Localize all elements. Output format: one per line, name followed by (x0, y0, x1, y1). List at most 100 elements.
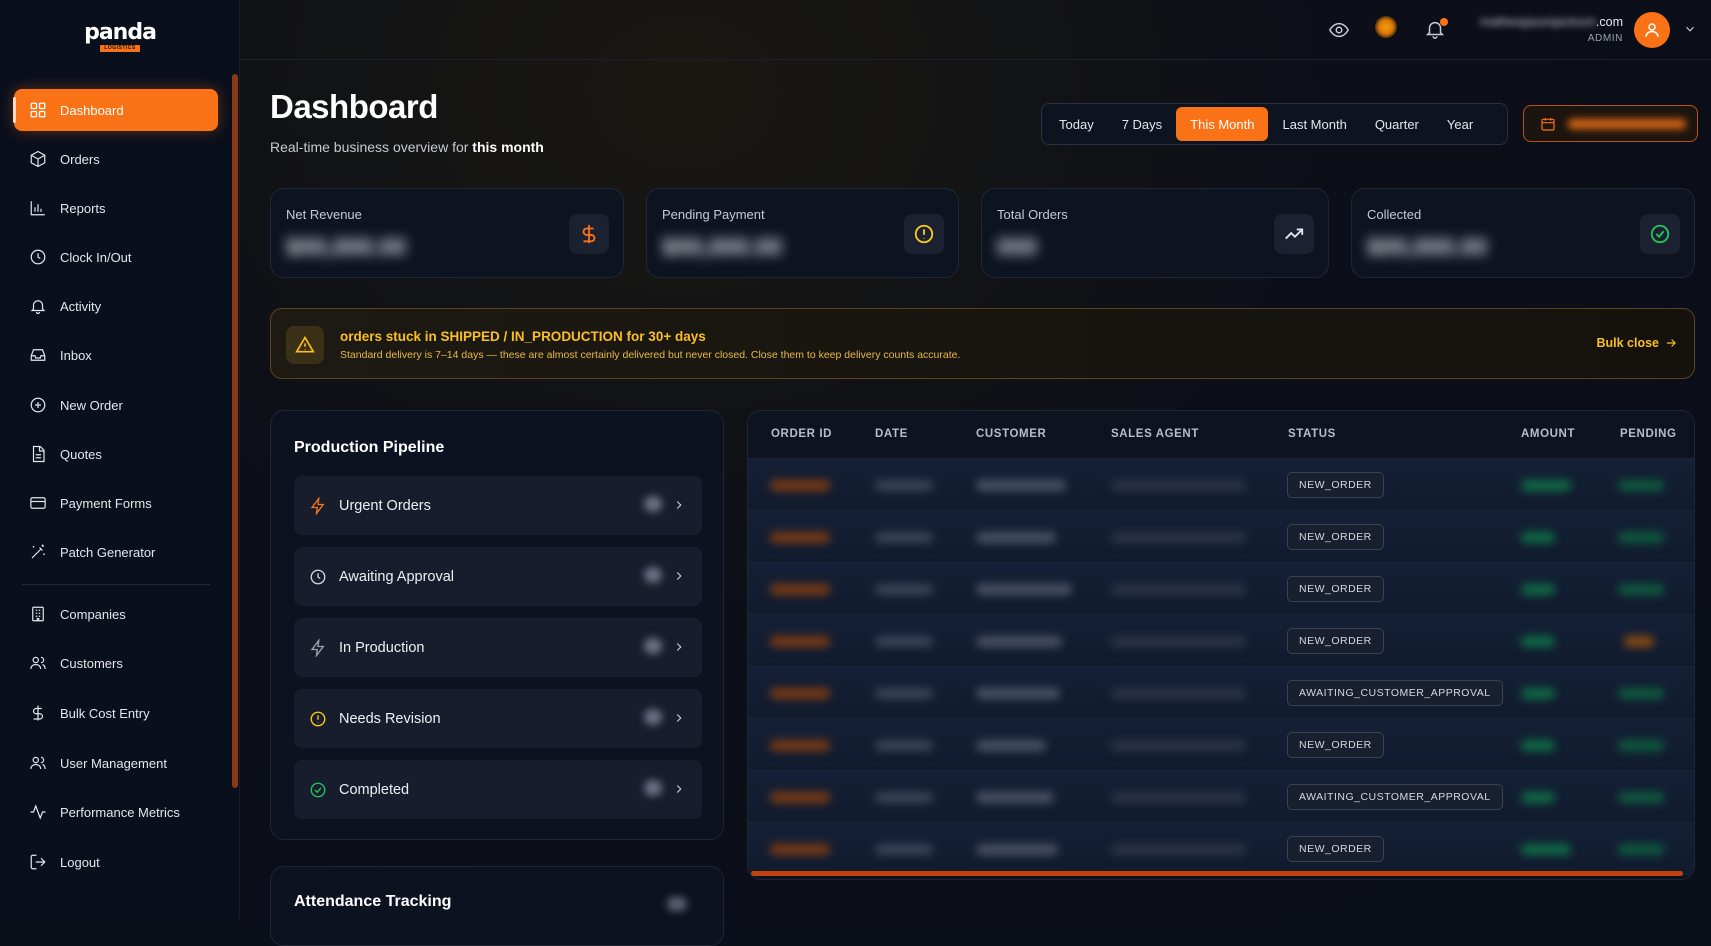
range-last-month[interactable]: Last Month (1268, 107, 1360, 141)
date-cell (875, 532, 933, 543)
chevron-down-icon[interactable] (1683, 22, 1697, 36)
pipeline-awaiting-approval[interactable]: Awaiting Approval (294, 547, 702, 606)
status-badge: NEW_ORDER (1287, 524, 1384, 550)
pipeline-needs-revision[interactable]: Needs Revision (294, 689, 702, 748)
stat-label: Pending Payment (662, 207, 765, 222)
order-id-cell[interactable] (770, 532, 830, 543)
date-picker-button[interactable] (1523, 105, 1698, 142)
pipeline-urgent-orders[interactable]: Urgent Orders (294, 476, 702, 535)
sidebar-item-dashboard[interactable]: Dashboard (13, 89, 218, 131)
sidebar-item-orders[interactable]: Orders (14, 138, 218, 180)
order-id-cell[interactable] (770, 688, 830, 699)
customer-cell (976, 688, 1060, 699)
stat-card-pending-payment[interactable]: Pending Payment $00,000.00 (646, 188, 959, 278)
pipeline-label: Needs Revision (339, 710, 441, 727)
customer-cell (976, 584, 1072, 595)
table-row[interactable]: NEW_ORDER (748, 719, 1694, 771)
order-id-cell[interactable] (770, 792, 830, 803)
sidebar-item-user-management[interactable]: User Management (14, 742, 218, 784)
sidebar-item-customers[interactable]: Customers (14, 642, 218, 684)
column-header-customer[interactable]: CUSTOMER (976, 428, 1046, 440)
chevron-right-icon (676, 501, 682, 509)
range-7-days[interactable]: 7 Days (1108, 107, 1176, 141)
pipeline-count (644, 638, 662, 654)
sidebar-item-new-order[interactable]: New Order (14, 384, 218, 426)
stat-icon-box (1640, 214, 1680, 254)
arrow-right-icon (1666, 339, 1676, 347)
table-row[interactable]: NEW_ORDER (748, 511, 1694, 563)
sidebar-item-companies[interactable]: Companies (14, 593, 218, 635)
pipeline-in-production[interactable]: In Production (294, 618, 702, 677)
column-header-pending[interactable]: PENDING (1620, 428, 1677, 440)
sales-agent-cell (1111, 740, 1246, 751)
sidebar-item-quotes[interactable]: Quotes (14, 433, 218, 475)
range-year[interactable]: Year (1433, 107, 1487, 141)
order-id-cell[interactable] (770, 844, 830, 855)
sidebar-item-label: Activity (60, 298, 102, 314)
stat-value: $00,000.00 (662, 234, 783, 261)
date-cell (875, 480, 933, 491)
sidebar-item-inbox[interactable]: Inbox (14, 334, 218, 376)
zap-icon (310, 638, 325, 657)
stat-card-collected[interactable]: Collected $00,000.00 (1351, 188, 1695, 278)
sidebar-item-label: Patch Generator (60, 544, 156, 560)
table-row[interactable]: AWAITING_CUSTOMER_APPROVAL (748, 771, 1694, 823)
sidebar-item-activity[interactable]: Activity (14, 285, 218, 327)
avatar[interactable] (1634, 12, 1670, 48)
table-row[interactable]: AWAITING_CUSTOMER_APPROVAL (748, 667, 1694, 719)
status-badge: NEW_ORDER (1287, 836, 1384, 862)
stat-card-net-revenue[interactable]: Net Revenue $00,000.00 (270, 188, 624, 278)
stuck-orders-alert: orders stuck in SHIPPED / IN_PRODUCTION … (270, 308, 1695, 379)
file-text-icon (32, 445, 45, 463)
order-id-cell[interactable] (770, 584, 830, 595)
sidebar-item-payment-forms[interactable]: Payment Forms (14, 482, 218, 524)
range-today[interactable]: Today (1045, 107, 1108, 141)
sidebar-scrollbar[interactable] (232, 74, 238, 788)
stat-icon-box (904, 214, 944, 254)
table-row[interactable]: NEW_ORDER (748, 823, 1694, 875)
user-email-hidden: mathewjasonjackson (1479, 15, 1596, 29)
column-header-status[interactable]: STATUS (1288, 428, 1336, 440)
bulk-close-button[interactable]: Bulk close (1596, 336, 1678, 350)
sidebar-item-performance-metrics[interactable]: Performance Metrics (14, 791, 218, 833)
chevron-right-icon (676, 785, 682, 793)
sidebar-item-logout[interactable]: Logout (14, 841, 218, 883)
dollar-icon (32, 705, 44, 721)
order-id-cell[interactable] (770, 480, 830, 491)
app-logo[interactable]: panda LOGISTICS (84, 20, 157, 58)
range-quarter[interactable]: Quarter (1361, 107, 1433, 141)
table-row[interactable]: NEW_ORDER (748, 459, 1694, 511)
check-circle-icon (310, 782, 326, 797)
sidebar-item-patch-generator[interactable]: Patch Generator (14, 531, 218, 573)
column-header-date[interactable]: DATE (875, 428, 908, 440)
building-icon (32, 606, 44, 622)
pipeline-label: Completed (339, 781, 410, 798)
pipeline-completed[interactable]: Completed (294, 760, 702, 819)
column-header-order-id[interactable]: ORDER ID (771, 428, 832, 440)
trending-up-icon (1285, 228, 1304, 240)
table-row[interactable]: NEW_ORDER (748, 615, 1694, 667)
stat-value: $00,000.00 (1367, 234, 1488, 261)
sidebar-item-label: Reports (60, 200, 106, 216)
stat-card-total-orders[interactable]: Total Orders 000 (981, 188, 1329, 278)
column-header-sales-agent[interactable]: SALES AGENT (1111, 428, 1199, 440)
column-header-amount[interactable]: AMOUNT (1521, 428, 1575, 440)
theme-toggle-icon[interactable] (1375, 16, 1397, 38)
sidebar-item-clock[interactable]: Clock In/Out (14, 236, 218, 278)
sidebar-item-bulk-cost-entry[interactable]: Bulk Cost Entry (14, 692, 218, 734)
pipeline-count (644, 496, 662, 512)
eye-icon[interactable] (1328, 19, 1350, 41)
pipeline-count (644, 709, 662, 725)
logo-word: panda (84, 20, 157, 45)
table-row[interactable]: NEW_ORDER (748, 563, 1694, 615)
table-horizontal-scrollbar[interactable] (751, 871, 1683, 876)
stat-label: Net Revenue (286, 207, 362, 222)
sidebar-item-label: Companies (60, 606, 126, 622)
customer-cell (976, 636, 1062, 647)
customer-cell (976, 792, 1054, 803)
status-badge: NEW_ORDER (1287, 628, 1384, 654)
sidebar-item-reports[interactable]: Reports (14, 187, 218, 229)
order-id-cell[interactable] (770, 740, 830, 751)
range-this-month[interactable]: This Month (1176, 107, 1269, 141)
order-id-cell[interactable] (770, 636, 830, 647)
